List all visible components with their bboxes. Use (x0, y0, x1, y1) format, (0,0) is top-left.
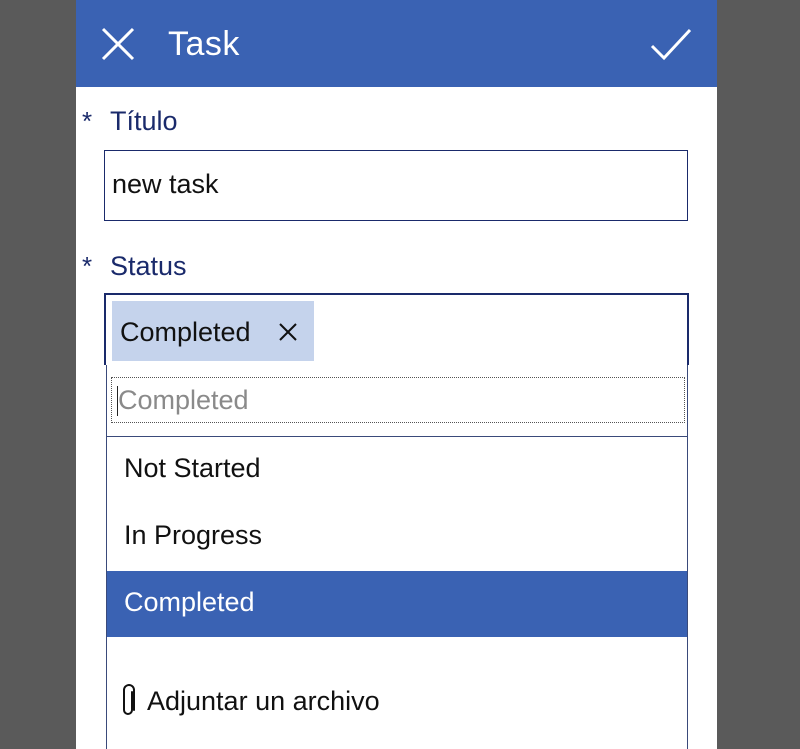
option-completed[interactable]: Completed (107, 571, 687, 637)
option-not-started[interactable]: Not Started (107, 437, 687, 503)
selected-status-chip: Completed (112, 301, 314, 361)
paperclip-icon (123, 684, 135, 715)
header-bar: Task (76, 0, 717, 87)
status-search-box (111, 377, 685, 423)
option-in-progress[interactable]: In Progress (107, 504, 687, 570)
titulo-label: * Título (82, 104, 178, 138)
text-cursor (117, 386, 118, 416)
status-search-input[interactable] (112, 378, 684, 422)
status-label-text: Status (110, 251, 187, 281)
option-label: In Progress (124, 520, 263, 550)
attach-file-label: Adjuntar un archivo (147, 686, 380, 716)
option-label: Completed (124, 587, 255, 617)
status-label: * Status (82, 249, 187, 283)
checkmark-icon[interactable] (649, 26, 693, 62)
titulo-field[interactable]: new task (104, 150, 688, 221)
chip-label: Completed (120, 317, 251, 347)
remove-chip-icon[interactable] (278, 322, 298, 342)
required-marker: * (82, 106, 93, 136)
status-combobox[interactable]: Completed (104, 293, 689, 365)
close-icon[interactable] (100, 26, 136, 62)
required-marker: * (82, 251, 93, 281)
titulo-value: new task (112, 169, 219, 199)
option-label: Not Started (124, 453, 261, 483)
task-form-panel: Task * Título new task * Status Completed … (76, 0, 717, 749)
page-title: Task (168, 25, 240, 63)
titulo-label-text: Título (110, 106, 178, 136)
